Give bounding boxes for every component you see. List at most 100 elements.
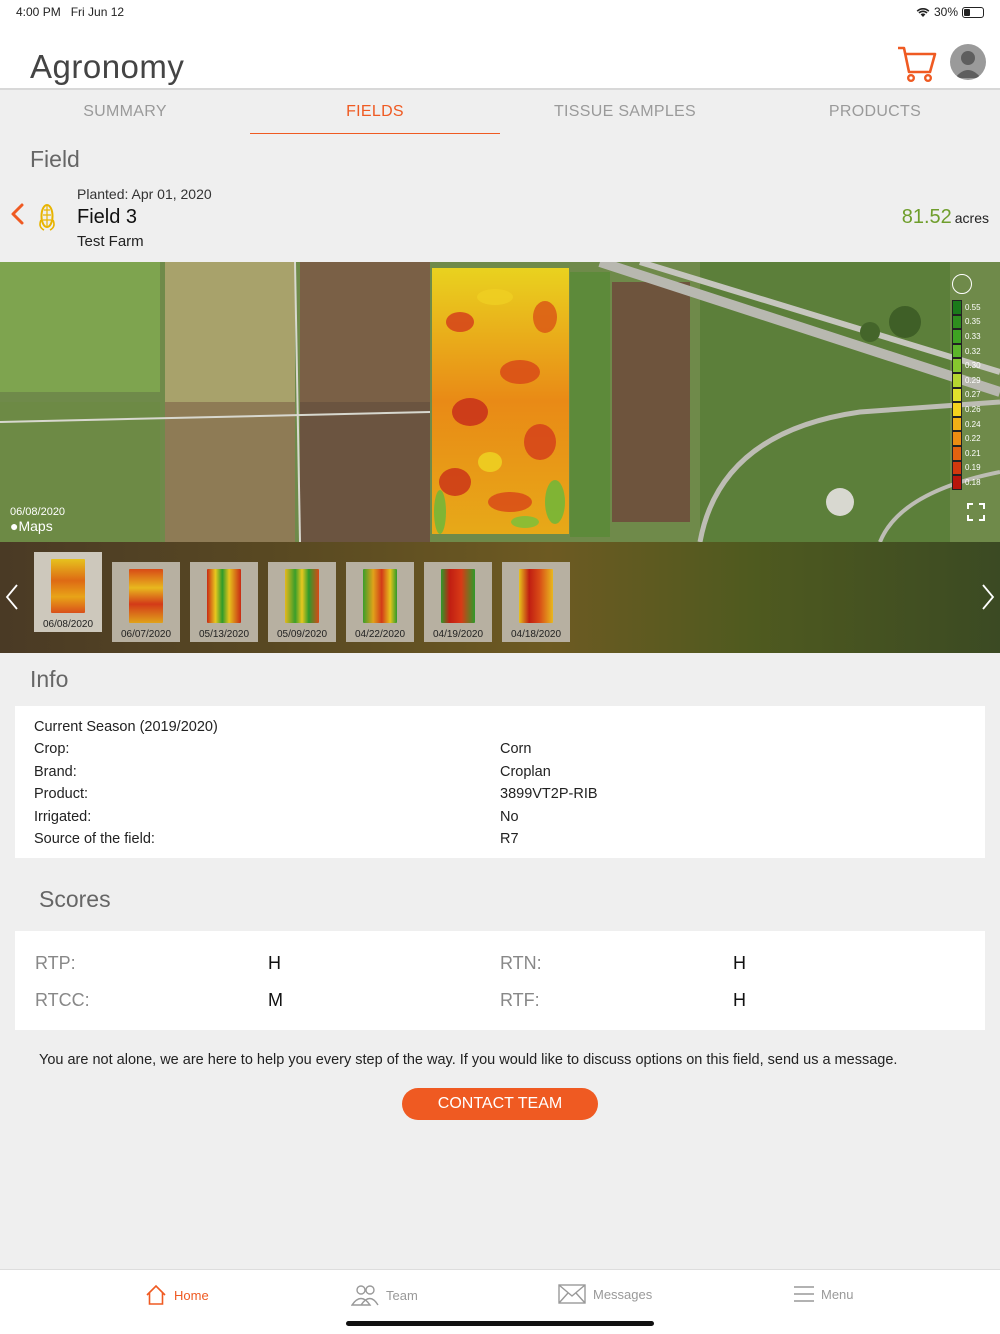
battery-icon: [962, 6, 984, 18]
thumbnail-date: 04/22/2020: [354, 629, 406, 640]
legend-entry: 0.35: [952, 314, 1000, 330]
info-title: Info: [30, 666, 69, 692]
thumbnail-image: [129, 569, 163, 623]
legend-entry: 0.32: [952, 343, 1000, 359]
imagery-thumbnail[interactable]: 05/09/2020: [268, 562, 336, 642]
tab-fields[interactable]: FIELDS: [250, 92, 500, 134]
contact-team-button[interactable]: CONTACT TEAM: [402, 1088, 598, 1120]
legend-entry: 0.55: [952, 300, 1000, 315]
legend-swatch: [952, 416, 962, 432]
thumbnail-date: 05/13/2020: [198, 629, 250, 640]
tab-products[interactable]: PRODUCTS: [750, 92, 1000, 134]
legend-value: 0.21: [965, 448, 981, 458]
field-acres: 81.52 acres: [901, 206, 989, 228]
nav-menu[interactable]: Menu: [794, 1284, 854, 1304]
crop-value: Corn: [500, 741, 532, 757]
map-legend: 0.55 0.35 0.33 0.32 0.30 0.29 0.27 0.26 0.24 0.22…: [952, 300, 1000, 490]
legend-entry: 0.26: [952, 402, 1000, 417]
source-label: Source of the field:: [34, 831, 155, 847]
crop-label: Crop:: [34, 741, 70, 757]
next-chevron-icon[interactable]: [980, 582, 996, 612]
satellite-map: [0, 262, 1000, 542]
envelope-icon: [558, 1284, 586, 1304]
legend-entry: 0.19: [952, 460, 1000, 476]
thumbnail-image: [207, 569, 241, 623]
legend-entry: 0.18: [952, 475, 1000, 490]
tab-tissue-samples[interactable]: TISSUE SAMPLES: [500, 92, 750, 134]
imagery-thumbnail[interactable]: 06/08/2020: [34, 552, 102, 632]
legend-swatch: [952, 460, 962, 476]
score-rtcc-value: M: [268, 990, 283, 1010]
status-bar: 4:00 PM Fri Jun 12 30%: [0, 0, 1000, 24]
field-name: Field 3: [77, 206, 138, 228]
status-right: 30%: [916, 5, 984, 19]
cart-icon[interactable]: [896, 42, 938, 84]
legend-swatch: [952, 329, 962, 344]
imagery-thumbnail[interactable]: 04/18/2020: [502, 562, 570, 642]
map-date: 06/08/2020: [10, 506, 66, 518]
page-title: Agronomy: [30, 48, 185, 85]
brand-value: Croplan: [500, 764, 551, 780]
farm-name: Test Farm: [77, 233, 144, 250]
planted-date: Planted: Apr 01, 2020: [77, 186, 212, 202]
irrigated-label: Irrigated:: [34, 809, 92, 825]
user-icon: [955, 51, 981, 78]
legend-swatch: [952, 445, 962, 461]
legend-entry: 0.29: [952, 372, 1000, 388]
scores-card: RTP: H RTN: H RTCC: M RTF: H: [15, 931, 985, 1030]
thumbnail-image: [519, 569, 553, 623]
nav-team[interactable]: Team: [351, 1284, 418, 1306]
legend-value: 0.19: [965, 463, 981, 473]
legend-swatch: [952, 343, 962, 359]
home-icon: [146, 1284, 166, 1305]
app-header: Agronomy: [0, 24, 1000, 90]
thumbnail-date: 04/18/2020: [510, 629, 562, 640]
irrigated-value: No: [500, 809, 519, 825]
help-text: You are not alone, we are here to help y…: [39, 1052, 898, 1068]
legend-entry: 0.22: [952, 431, 1000, 446]
legend-swatch: [952, 402, 962, 417]
imagery-thumbnail[interactable]: 05/13/2020: [190, 562, 258, 642]
legend-swatch: [952, 475, 962, 490]
thumbnail-date: 06/07/2020: [120, 629, 172, 640]
legend-entry: 0.24: [952, 416, 1000, 432]
product-label: Product:: [34, 786, 88, 802]
imagery-thumbnail[interactable]: 04/19/2020: [424, 562, 492, 642]
legend-value: 0.24: [965, 419, 981, 429]
prev-chevron-icon[interactable]: [4, 582, 20, 612]
nav-messages[interactable]: Messages: [558, 1284, 652, 1304]
thumbnail-image: [51, 559, 85, 613]
legend-value: 0.26: [965, 404, 981, 414]
legend-value: 0.30: [965, 361, 981, 371]
legend-value: 0.22: [965, 434, 981, 444]
corn-icon: [39, 204, 55, 231]
score-rtp-label: RTP:: [35, 953, 76, 973]
nav-home[interactable]: Home: [145, 1284, 209, 1306]
field-map[interactable]: 0.55 0.35 0.33 0.32 0.30 0.29 0.27 0.26 0.24 0.22…: [0, 262, 1000, 542]
score-rtn-label: RTN:: [500, 953, 542, 973]
tab-bar: SUMMARY FIELDS TISSUE SAMPLES PRODUCTS: [0, 92, 1000, 134]
imagery-thumbnail[interactable]: 06/07/2020: [112, 562, 180, 642]
expand-icon[interactable]: [966, 502, 986, 522]
imagery-thumbnail[interactable]: 04/22/2020: [346, 562, 414, 642]
back-chevron-icon[interactable]: [8, 202, 28, 226]
legend-entry: 0.21: [952, 445, 1000, 461]
tab-summary[interactable]: SUMMARY: [0, 92, 250, 134]
season-label: Current Season (2019/2020): [34, 719, 218, 735]
legend-entry: 0.30: [952, 358, 1000, 373]
thumbnail-date: 05/09/2020: [276, 629, 328, 640]
legend-value: 0.55: [965, 302, 981, 312]
legend-entry: 0.33: [952, 329, 1000, 344]
thumbnail-image: [363, 569, 397, 623]
map-attribution: ●Maps: [10, 518, 53, 534]
legend-swatch: [952, 314, 962, 330]
legend-value: 0.27: [965, 390, 981, 400]
score-rtf-value: H: [733, 990, 746, 1010]
team-icon: [351, 1285, 379, 1306]
score-rtf-label: RTF:: [500, 990, 540, 1010]
score-rtp-value: H: [268, 953, 281, 973]
avatar[interactable]: [950, 44, 986, 80]
info-card: Current Season (2019/2020) Crop: Corn Br…: [15, 706, 985, 858]
compass-icon[interactable]: [952, 274, 972, 294]
imagery-strip: 06/08/2020 06/07/2020 05/13/2020 05/09/2020…: [0, 542, 1000, 653]
